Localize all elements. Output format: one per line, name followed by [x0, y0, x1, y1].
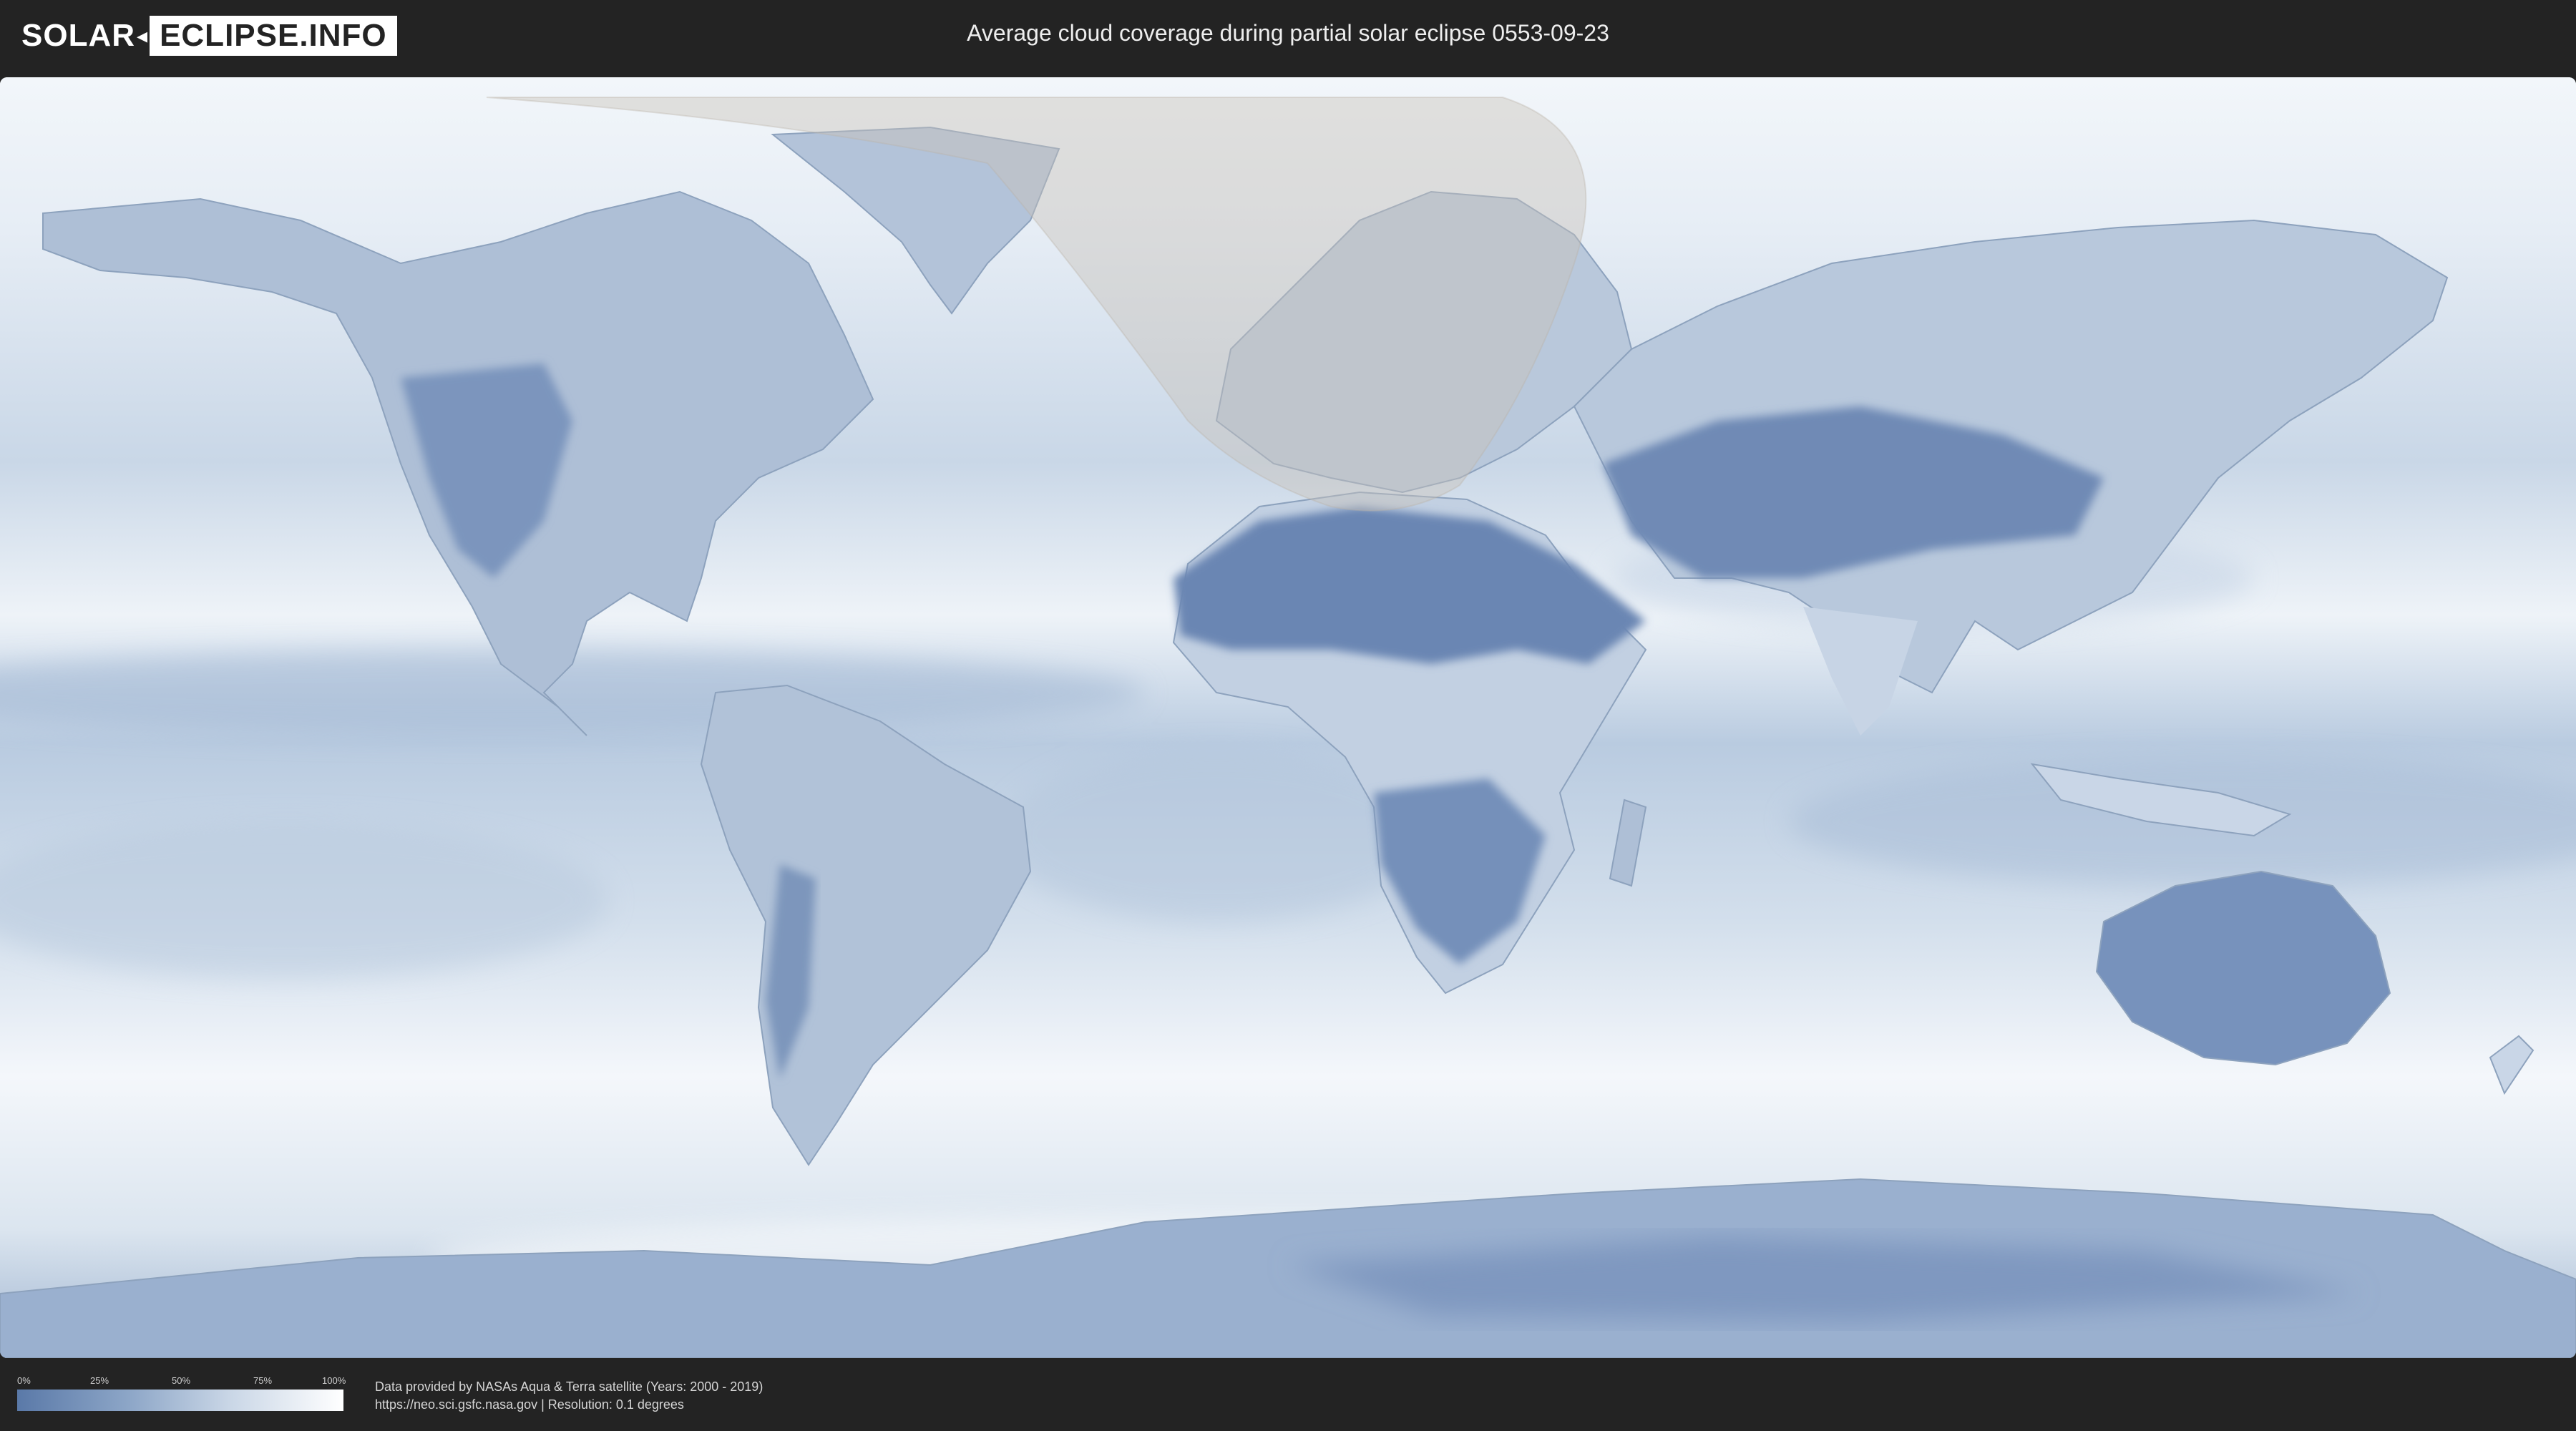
header-bar: SOLAR ◂ ECLIPSE.INFO Average cloud cover…: [0, 0, 2576, 72]
legend-tick-75: 75%: [253, 1375, 273, 1386]
legend-tick-100: 100%: [322, 1375, 346, 1386]
credits-line-url[interactable]: https://neo.sci.gsfc.nasa.gov | Resoluti…: [375, 1396, 763, 1414]
credits-line-source: Data provided by NASAs Aqua & Terra sate…: [375, 1379, 763, 1394]
logo-text-eclipse: ECLIPSE.INFO: [150, 16, 397, 56]
cloud-coverage-legend: 0% 25% 50% 75% 100%: [17, 1375, 346, 1411]
world-map-svg: [0, 77, 2576, 1358]
legend-tick-0: 0%: [17, 1375, 31, 1386]
legend-tick-25: 25%: [90, 1375, 109, 1386]
cloud-coverage-map: [0, 77, 2576, 1358]
logo-text-solar: SOLAR: [21, 18, 135, 53]
logo-separator-icon: ◂: [137, 24, 149, 48]
legend-ticks: 0% 25% 50% 75% 100%: [17, 1375, 346, 1387]
data-credits: Data provided by NASAs Aqua & Terra sate…: [375, 1378, 763, 1414]
legend-tick-50: 50%: [172, 1375, 191, 1386]
legend-color-bar: [17, 1390, 343, 1411]
page-title: Average cloud coverage during partial so…: [967, 20, 1609, 46]
site-logo[interactable]: SOLAR ◂ ECLIPSE.INFO: [21, 16, 397, 56]
